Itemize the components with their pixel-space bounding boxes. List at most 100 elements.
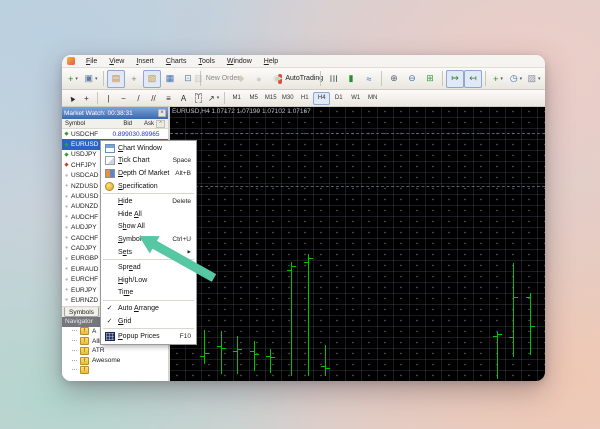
- channel-button[interactable]: //: [146, 91, 161, 105]
- menu-item-auto-arrange[interactable]: ✓Auto Arrange: [101, 302, 196, 315]
- depth-of-market-icon: [105, 169, 115, 178]
- templates-icon: ▨: [527, 73, 536, 84]
- candle-close-tick: [238, 349, 242, 350]
- indicator-icon: f: [80, 327, 89, 335]
- menu-file[interactable]: File: [80, 58, 103, 65]
- timeframe-m15[interactable]: M15: [262, 92, 279, 105]
- menu-item-time[interactable]: Time: [101, 287, 196, 300]
- scroll-up-icon[interactable]: ^: [156, 120, 165, 128]
- market-watch-button[interactable]: ▤: [107, 70, 125, 88]
- timeframe-d1[interactable]: D1: [330, 92, 347, 105]
- profiles-button[interactable]: ▣▾: [82, 70, 100, 88]
- timeframe-mn[interactable]: MN: [364, 92, 381, 105]
- menu-item-shortcut: F10: [180, 333, 191, 340]
- arrows-button[interactable]: ↗▾: [206, 91, 221, 105]
- checkmark-icon: ✓: [107, 304, 113, 312]
- line-chart-button[interactable]: ≈: [360, 70, 378, 88]
- new-order-button[interactable]: ▥New Order: [204, 70, 232, 88]
- menu-separator: [103, 259, 194, 260]
- new-chart-button[interactable]: +▾: [64, 70, 82, 88]
- horizontal-line-button[interactable]: −: [116, 91, 131, 105]
- templates-button[interactable]: ▨▾: [525, 70, 543, 88]
- menu-item-hide-all[interactable]: Hide All: [101, 208, 196, 221]
- timeframe-h4[interactable]: H4: [313, 92, 330, 105]
- terminal-button[interactable]: ▦: [161, 70, 179, 88]
- market-watch-row-usdchf[interactable]: ◆USDCHF0.899030.89965: [62, 129, 168, 139]
- menu-item-depth-of-market[interactable]: Depth Of MarketAlt+B: [101, 167, 196, 180]
- text-button[interactable]: A: [176, 91, 191, 105]
- candlestick-chart-button[interactable]: ▮: [342, 70, 360, 88]
- menu-charts[interactable]: Charts: [160, 58, 193, 65]
- menu-window[interactable]: Window: [221, 58, 258, 65]
- crosshair-button[interactable]: +: [79, 91, 94, 105]
- cursor-button[interactable]: ▲: [64, 91, 79, 105]
- navigator-button[interactable]: ▧: [143, 70, 161, 88]
- bar-chart-button[interactable]: ☰: [324, 70, 342, 88]
- text-label-button[interactable]: T: [191, 91, 206, 105]
- community-button[interactable]: ●: [250, 70, 268, 88]
- fibonacci-button[interactable]: ≡: [161, 91, 176, 105]
- menu-item-spread[interactable]: Spread: [101, 261, 196, 274]
- zoom-out-button[interactable]: ⊖: [403, 70, 421, 88]
- submenu-arrow-icon: ▶: [188, 249, 191, 255]
- periods-button[interactable]: ◷▾: [507, 70, 525, 88]
- symbol-state-icon: ●: [62, 297, 71, 303]
- menu-item-symbols[interactable]: SymbolsCtrl+U: [101, 233, 196, 246]
- vertical-line-button[interactable]: |: [101, 91, 116, 105]
- timeframe-m5[interactable]: M5: [245, 92, 262, 105]
- toolbar-drawing: ▲+|−///≡AT↗▾ M1M5M15M30H1H4D1W1MN: [62, 90, 545, 107]
- chart-area[interactable]: EURUSD,H4 1.07172 1.07199 1.07102 1.0716…: [170, 107, 545, 381]
- candle-bar: [513, 263, 514, 357]
- chevron-down-icon: ▾: [217, 95, 220, 101]
- menu-item-icon-well: [101, 332, 118, 341]
- ask-value: 0.89965: [136, 131, 161, 138]
- navigator-icon: ▧: [148, 73, 157, 84]
- timeframe-m30[interactable]: M30: [279, 92, 296, 105]
- menu-item-specification[interactable]: Specification: [101, 180, 196, 193]
- menu-view[interactable]: View: [103, 58, 130, 65]
- navigator-item[interactable]: f: [62, 365, 168, 375]
- navigator-item-atr[interactable]: fATR: [62, 346, 168, 356]
- menu-item-label: Depth Of Market: [118, 170, 169, 177]
- navigator-item-awesome[interactable]: fAwesome: [62, 356, 168, 366]
- autotrading-label: AutoTrading: [283, 75, 325, 82]
- channel-icon: //: [151, 94, 155, 103]
- data-window-button[interactable]: +: [125, 70, 143, 88]
- candle-close-tick: [498, 334, 502, 335]
- menu-item-tick-chart[interactable]: Tick ChartSpace: [101, 155, 196, 168]
- autotrading-button[interactable]: ▶AutoTrading: [286, 70, 317, 88]
- toolbar-separator: [442, 71, 443, 86]
- menu-item-show-all[interactable]: Show All: [101, 221, 196, 234]
- chart-ohlc-title: EURUSD,H4 1.07172 1.07199 1.07102 1.0716…: [172, 108, 311, 115]
- chart-shift-button[interactable]: ↤: [464, 70, 482, 88]
- zoom-in-icon: ⊕: [390, 73, 398, 84]
- metaeditor-button[interactable]: ◆: [232, 70, 250, 88]
- mql5-website-button[interactable]: ◉: [268, 70, 286, 88]
- menu-item-popup-prices[interactable]: Popup PricesF10: [101, 330, 196, 343]
- trend-line-button[interactable]: /: [131, 91, 146, 105]
- timeframe-m1[interactable]: M1: [228, 92, 245, 105]
- menu-item-sets[interactable]: Sets▶: [101, 246, 196, 259]
- toolbar-separator: [97, 92, 98, 104]
- indicator-icon: f: [80, 366, 89, 374]
- column-bid: Bid: [102, 121, 132, 127]
- timeframe-h1[interactable]: H1: [296, 92, 313, 105]
- menu-tools[interactable]: Tools: [193, 58, 221, 65]
- timeframe-w1[interactable]: W1: [347, 92, 364, 105]
- tab-symbols[interactable]: Symbols: [64, 307, 99, 317]
- zoom-in-button[interactable]: ⊕: [385, 70, 403, 88]
- market-watch-context-menu: Chart WindowTick ChartSpaceDepth Of Mark…: [100, 140, 197, 345]
- indicators-button[interactable]: +▾: [489, 70, 507, 88]
- auto-scroll-button[interactable]: ↦: [446, 70, 464, 88]
- close-icon[interactable]: ×: [158, 109, 166, 117]
- chevron-down-icon: ▾: [95, 76, 98, 82]
- tile-windows-button[interactable]: ⊞: [421, 70, 439, 88]
- menu-insert[interactable]: Insert: [130, 58, 160, 65]
- menu-item-hide[interactable]: HideDelete: [101, 195, 196, 208]
- menu-item-chart-window[interactable]: Chart Window: [101, 142, 196, 155]
- menu-item-high-low[interactable]: High/Low: [101, 274, 196, 287]
- menu-item-grid[interactable]: ✓Grid: [101, 315, 196, 328]
- menu-help[interactable]: Help: [258, 58, 284, 65]
- cursor-icon: ▲: [66, 92, 78, 104]
- toolbar-separator: [485, 71, 486, 86]
